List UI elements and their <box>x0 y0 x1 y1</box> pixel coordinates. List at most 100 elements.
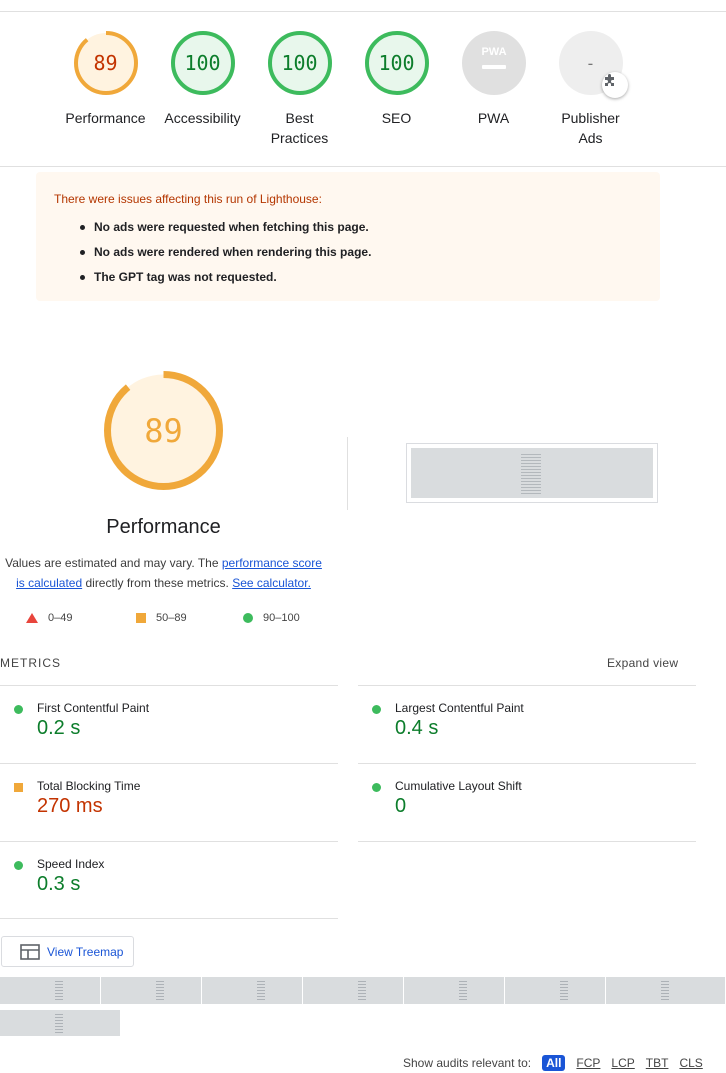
gauge-label: Publisher Ads <box>561 108 619 148</box>
score-legend: 0–49 50–89 90–100 <box>26 612 300 624</box>
metric-value: 0 <box>395 795 407 817</box>
metric-value: 0.3 s <box>37 873 81 895</box>
metric-name: Speed Index <box>37 857 105 871</box>
filter-chip-cls[interactable]: CLS <box>679 1056 702 1070</box>
gauge-ring: 100 <box>170 30 236 96</box>
gauge-score: 100 <box>184 51 221 75</box>
metric-value: 0.2 s <box>37 717 81 739</box>
gauge-label: PWA <box>477 110 510 126</box>
metric-name: Total Blocking Time <box>37 779 141 793</box>
gauge-ring: - <box>558 30 628 98</box>
filmstrip-frame <box>303 977 404 1004</box>
filmstrip-frame <box>404 977 505 1004</box>
filmstrip-frame <box>0 977 101 1004</box>
gauge-label: Accessibility <box>164 110 241 126</box>
metrics-heading: METRICS <box>0 656 61 670</box>
gauge-pwa[interactable]: PWA PWA <box>445 30 542 148</box>
filter-chip-tbt[interactable]: TBT <box>646 1056 669 1070</box>
gauge-performance[interactable]: 89 Performance <box>57 30 154 148</box>
legend-range: 0–49 <box>48 612 73 624</box>
metric-divider <box>0 763 338 764</box>
gauge-best-practices[interactable]: 100 Best Practices <box>251 30 348 148</box>
pwa-badge-text: PWA <box>481 46 506 58</box>
legend-pass: 90–100 <box>243 612 300 624</box>
lighthouse-warnings: There were issues affecting this run of … <box>36 172 660 301</box>
gauge-ring: 100 <box>267 30 333 96</box>
metric-value: 0.4 s <box>395 717 439 739</box>
gauge-ring: 100 <box>364 30 430 96</box>
section-divider <box>0 166 726 167</box>
gauge-score: 100 <box>281 51 318 75</box>
gauge-label-line: Best <box>285 110 314 126</box>
pass-circle-icon <box>14 705 23 714</box>
metric-divider <box>358 763 696 764</box>
see-calculator-link[interactable]: See calculator. <box>232 576 311 590</box>
note-text: directly from these metrics. <box>82 576 233 590</box>
gauge-score: 100 <box>378 51 415 75</box>
legend-range: 50–89 <box>156 612 187 624</box>
note-text: Values are estimated and may vary. The <box>5 556 222 570</box>
gauge-label-line: Practices <box>270 130 329 146</box>
average-square-icon <box>14 783 23 792</box>
legend-range: 90–100 <box>263 612 300 624</box>
view-treemap-button[interactable]: View Treemap <box>1 936 134 967</box>
pwa-icon: PWA <box>461 31 526 95</box>
gauge-ring: 89 <box>73 30 139 96</box>
fail-triangle-icon <box>26 613 38 623</box>
pass-circle-icon <box>243 613 253 623</box>
average-square-icon <box>136 613 146 623</box>
expand-view-toggle[interactable]: Expand view <box>607 656 678 670</box>
legend-fail: 0–49 <box>26 612 136 624</box>
gauge-label-line: Publisher <box>561 110 620 126</box>
warning-item: No ads were requested when fetching this… <box>80 215 642 240</box>
performance-gauge: 89 <box>103 370 224 491</box>
gauge-ring: PWA <box>461 30 527 96</box>
warning-title: There were issues affecting this run of … <box>54 192 322 206</box>
warning-item: No ads were rendered when rendering this… <box>80 240 642 265</box>
filmstrip-frame <box>101 977 202 1004</box>
metric-divider <box>0 685 338 686</box>
metric-divider <box>358 685 696 686</box>
warning-item: The GPT tag was not requested. <box>80 265 642 290</box>
performance-title: Performance <box>106 516 221 538</box>
view-treemap-label: View Treemap <box>47 944 124 959</box>
category-gauges: 89 Performance 100 Accessibility 100 Bes… <box>57 30 639 148</box>
metric-name: Cumulative Layout Shift <box>395 779 522 793</box>
pass-circle-icon <box>14 861 23 870</box>
gauge-score: 89 <box>93 51 118 75</box>
gauge-seo[interactable]: 100 SEO <box>348 30 445 148</box>
filmstrip-frame <box>202 977 303 1004</box>
filter-chip-lcp[interactable]: LCP <box>611 1056 634 1070</box>
top-divider <box>0 11 726 12</box>
gauge-label-line: Ads <box>578 130 603 146</box>
vertical-divider <box>347 437 348 510</box>
filmstrip <box>0 977 726 1004</box>
gauge-label: SEO <box>381 110 412 126</box>
gauge-label: Performance <box>65 110 146 126</box>
screenshot-image <box>411 448 653 498</box>
treemap-icon <box>20 943 40 960</box>
puzzle-plugin-icon <box>601 72 628 98</box>
legend-average: 50–89 <box>136 612 243 624</box>
metric-value: 270 ms <box>37 795 103 817</box>
audit-filter: Show audits relevant to: All FCP LCP TBT… <box>403 1055 703 1071</box>
gauge-accessibility[interactable]: 100 Accessibility <box>154 30 251 148</box>
metric-name: Largest Contentful Paint <box>395 701 524 715</box>
performance-note: Values are estimated and may vary. The p… <box>0 553 327 593</box>
gauge-publisher-ads[interactable]: - Publisher Ads <box>542 30 639 148</box>
filter-label: Show audits relevant to: <box>403 1056 532 1070</box>
metric-divider <box>358 841 696 842</box>
pass-circle-icon <box>372 783 381 792</box>
filter-chip-all[interactable]: All <box>542 1055 566 1071</box>
performance-score: 89 <box>144 411 183 450</box>
metric-divider <box>0 841 338 842</box>
gauge-label: Best Practices <box>271 108 329 148</box>
filter-chip-fcp[interactable]: FCP <box>576 1056 600 1070</box>
pass-circle-icon <box>372 705 381 714</box>
filmstrip-frame <box>606 977 726 1004</box>
filmstrip-frame <box>0 1010 120 1036</box>
metric-name: First Contentful Paint <box>37 701 150 715</box>
final-screenshot-thumbnail[interactable] <box>406 443 658 503</box>
metric-divider <box>0 918 338 919</box>
filmstrip-frame <box>505 977 606 1004</box>
